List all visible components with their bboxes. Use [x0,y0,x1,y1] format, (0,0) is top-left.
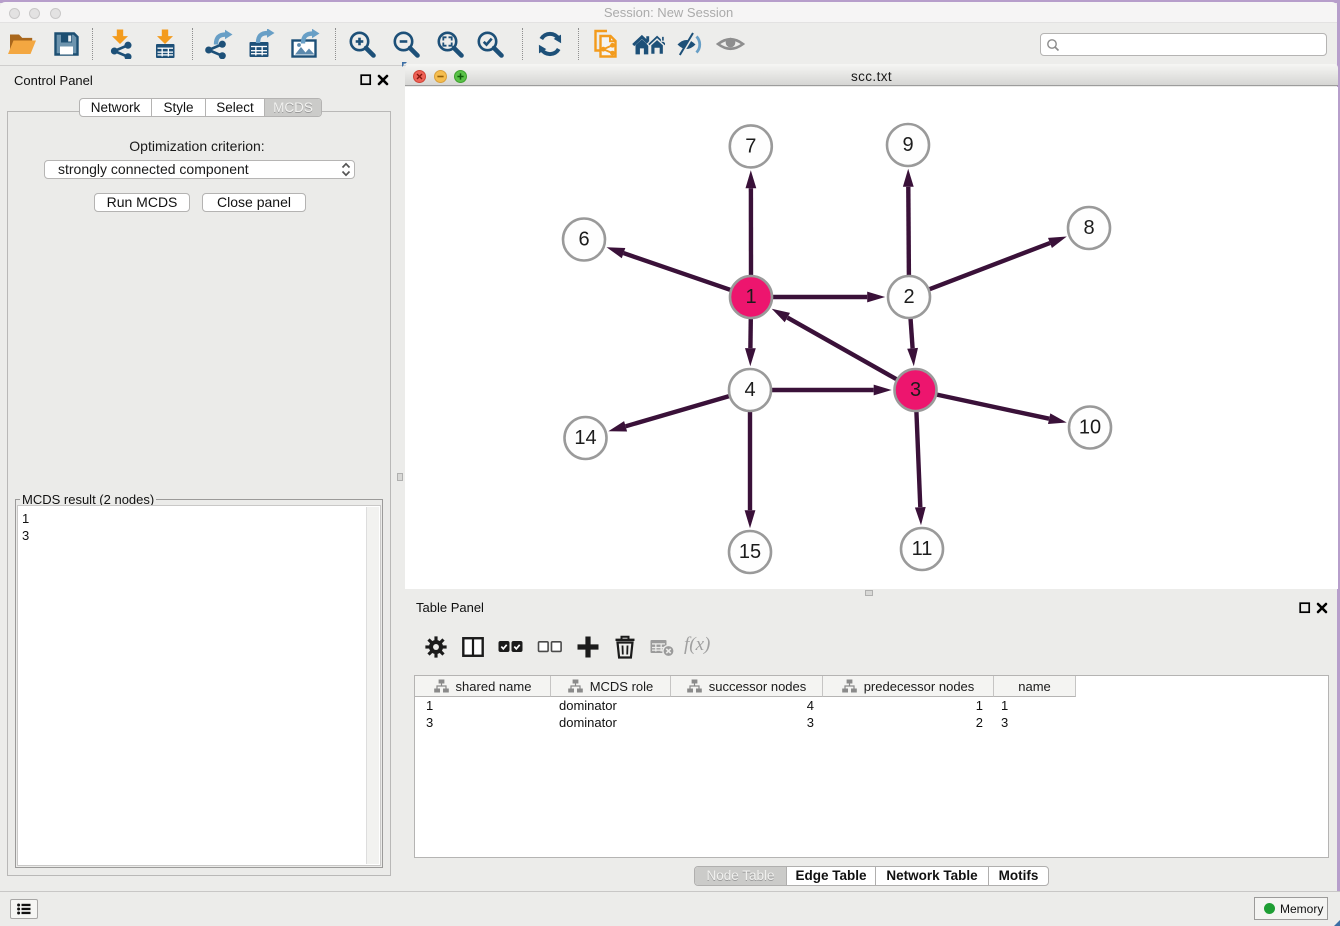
svg-text:15: 15 [739,541,761,563]
svg-text:6: 6 [578,229,589,251]
svg-text:11: 11 [912,538,933,560]
svg-text:10: 10 [1079,417,1101,439]
svg-text:9: 9 [902,134,913,156]
svg-text:8: 8 [1083,217,1094,239]
svg-text:14: 14 [574,427,596,449]
svg-text:7: 7 [745,135,756,157]
svg-text:4: 4 [744,379,755,401]
svg-text:2: 2 [903,286,914,308]
svg-text:1: 1 [745,286,756,308]
svg-text:3: 3 [910,379,921,401]
